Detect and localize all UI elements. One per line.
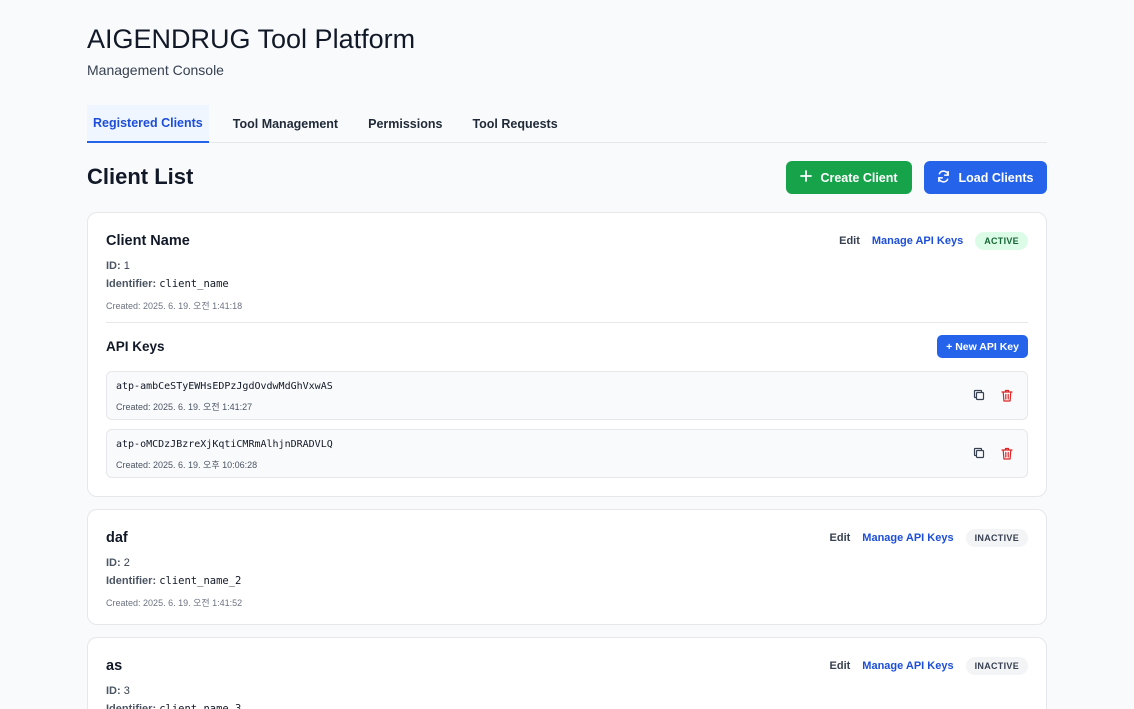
tab-permissions[interactable]: Permissions [353, 105, 457, 142]
copy-icon[interactable] [972, 446, 986, 460]
section-title: Client List [87, 164, 194, 189]
create-client-label: Create Client [820, 170, 898, 185]
edit-client-button[interactable]: Edit [830, 660, 851, 672]
load-clients-button[interactable]: Load Clients [924, 161, 1047, 194]
client-actions: Edit Manage API Keys ACTIVE [839, 232, 1028, 250]
copy-icon[interactable] [972, 388, 986, 402]
client-card: as ID: 3 Identifier: client_name_3 Edit … [87, 637, 1047, 709]
create-client-button[interactable]: Create Client [786, 161, 912, 194]
client-identifier: Identifier: client_name_3 [106, 703, 241, 709]
client-created: Created: 2025. 6. 19. 오전 1:41:52 [106, 596, 242, 609]
tab-bar: Registered Clients Tool Management Permi… [87, 105, 1047, 143]
client-id-value: 2 [123, 557, 130, 569]
client-identifier-value: client_name_2 [159, 575, 242, 587]
client-name: daf [106, 530, 128, 546]
client-id: ID: 3 [106, 685, 130, 697]
api-key-row: atp-oMCDzJBzreXjKqtiCMRmAlhjnDRADVLQ Cre… [106, 429, 1028, 478]
trash-icon[interactable] [1000, 446, 1014, 460]
edit-client-button[interactable]: Edit [839, 235, 860, 247]
client-id: ID: 1 [106, 260, 130, 272]
api-keys-title: API Keys [106, 339, 165, 354]
client-created-value: 2025. 6. 19. 오전 1:41:52 [143, 598, 243, 608]
client-created: Created: 2025. 6. 19. 오전 1:41:18 [106, 299, 242, 312]
new-api-key-button[interactable]: + New API Key [937, 335, 1028, 358]
client-identifier: Identifier: client_name [106, 278, 229, 290]
client-id-label: ID: [106, 685, 121, 697]
client-actions: Edit Manage API Keys INACTIVE [830, 529, 1028, 547]
client-identifier-label: Identifier: [106, 703, 157, 709]
divider [106, 322, 1028, 323]
load-clients-label: Load Clients [958, 170, 1034, 185]
client-created-label: Created: [106, 598, 141, 608]
client-identifier: Identifier: client_name_2 [106, 575, 241, 587]
client-card: Client Name ID: 1 Identifier: client_nam… [87, 212, 1047, 497]
trash-icon[interactable] [1000, 388, 1014, 402]
api-key-value: atp-ambCeSTyEWHsEDPzJgdOvdwMdGhVxwAS [116, 381, 333, 392]
status-badge: INACTIVE [965, 529, 1028, 547]
client-identifier-label: Identifier: [106, 278, 157, 290]
status-badge: INACTIVE [965, 657, 1028, 675]
app-title: AIGENDRUG Tool Platform [87, 24, 416, 54]
api-key-value: atp-oMCDzJBzreXjKqtiCMRmAlhjnDRADVLQ [116, 439, 333, 450]
client-id: ID: 2 [106, 557, 130, 569]
client-identifier-label: Identifier: [106, 575, 157, 587]
tab-tool-management[interactable]: Tool Management [218, 105, 353, 142]
client-card: daf ID: 2 Identifier: client_name_2 Crea… [87, 509, 1047, 625]
client-name: Client Name [106, 233, 190, 249]
client-created-value: 2025. 6. 19. 오전 1:41:18 [143, 301, 243, 311]
status-badge: ACTIVE [975, 232, 1028, 250]
api-key-actions [972, 446, 1014, 460]
client-id-value: 1 [123, 260, 130, 272]
manage-api-keys-link[interactable]: Manage API Keys [862, 660, 953, 672]
manage-api-keys-link[interactable]: Manage API Keys [862, 532, 953, 544]
client-identifier-value: client_name_3 [159, 703, 242, 709]
client-id-value: 3 [123, 685, 130, 697]
api-key-created: Created: 2025. 6. 19. 오후 10:06:28 [116, 460, 258, 470]
tab-tool-requests[interactable]: Tool Requests [457, 105, 572, 142]
client-actions: Edit Manage API Keys INACTIVE [830, 657, 1028, 675]
tab-registered-clients[interactable]: Registered Clients [87, 105, 209, 143]
manage-api-keys-link[interactable]: Manage API Keys [872, 235, 963, 247]
api-key-actions [972, 388, 1014, 402]
refresh-icon [937, 169, 950, 186]
client-name: as [106, 658, 123, 674]
api-key-row: atp-ambCeSTyEWHsEDPzJgdOvdwMdGhVxwAS Cre… [106, 371, 1028, 420]
edit-client-button[interactable]: Edit [830, 532, 851, 544]
app-subtitle: Management Console [87, 62, 224, 78]
client-id-label: ID: [106, 557, 121, 569]
plus-icon [800, 170, 813, 185]
client-id-label: ID: [106, 260, 121, 272]
client-identifier-value: client_name [159, 278, 229, 290]
client-created-label: Created: [106, 301, 141, 311]
api-key-created: Created: 2025. 6. 19. 오전 1:41:27 [116, 402, 253, 412]
